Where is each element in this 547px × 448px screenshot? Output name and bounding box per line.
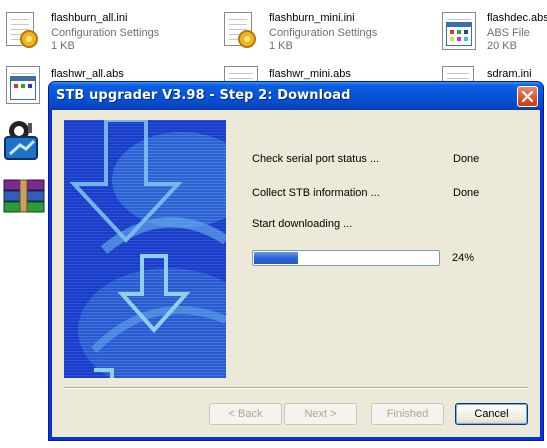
stb-app-icon[interactable]	[2, 118, 44, 164]
progress-percent: 24%	[452, 252, 475, 264]
file-name: flashburn_mini.ini	[269, 12, 355, 24]
file-name: flashdec.abs	[487, 12, 547, 24]
upgrader-dialog: STB upgrader V3.98 - Step 2: Download Ch…	[48, 81, 544, 441]
download-banner-image	[64, 120, 226, 378]
step-label: Check serial port status ...	[252, 153, 380, 165]
next-button[interactable]: Next >	[284, 403, 357, 425]
file-type: Configuration Settings	[269, 27, 378, 39]
back-button[interactable]: < Back	[209, 403, 282, 425]
abs-file-icon	[2, 66, 42, 106]
close-button[interactable]	[517, 86, 538, 107]
dialog-title: STB upgrader V3.98 - Step 2: Download	[56, 88, 351, 103]
file-size: 1 KB	[269, 40, 293, 52]
cancel-button[interactable]: Cancel	[455, 403, 528, 425]
divider	[64, 387, 528, 389]
finished-button[interactable]: Finished	[371, 403, 444, 425]
dialog-titlebar[interactable]: STB upgrader V3.98 - Step 2: Download	[49, 82, 543, 110]
file-name: flashburn_all.ini	[51, 12, 128, 24]
file-size: 1 KB	[51, 40, 75, 52]
abs-file-icon	[438, 10, 478, 50]
config-settings-icon	[220, 10, 260, 50]
config-settings-icon	[2, 10, 42, 50]
step-label: Collect STB information ...	[252, 187, 380, 199]
step-status: Done	[453, 153, 480, 165]
download-progress-bar	[252, 250, 440, 266]
step-status: Done	[453, 187, 480, 199]
dialog-client: Check serial port status ... Done Collec…	[52, 110, 540, 437]
close-icon	[522, 91, 533, 102]
file-name: flashwr_all.abs	[51, 68, 124, 80]
file-name: flashwr_mini.abs	[269, 68, 351, 80]
file-size: 20 KB	[487, 40, 517, 52]
file-type: ABS File	[487, 27, 530, 39]
file-type: Configuration Settings	[51, 27, 160, 39]
step-label: Start downloading ...	[252, 218, 353, 230]
file-name: sdram.ini	[487, 68, 532, 80]
progress-fill	[254, 252, 298, 264]
winrar-archive-icon[interactable]	[2, 178, 46, 216]
